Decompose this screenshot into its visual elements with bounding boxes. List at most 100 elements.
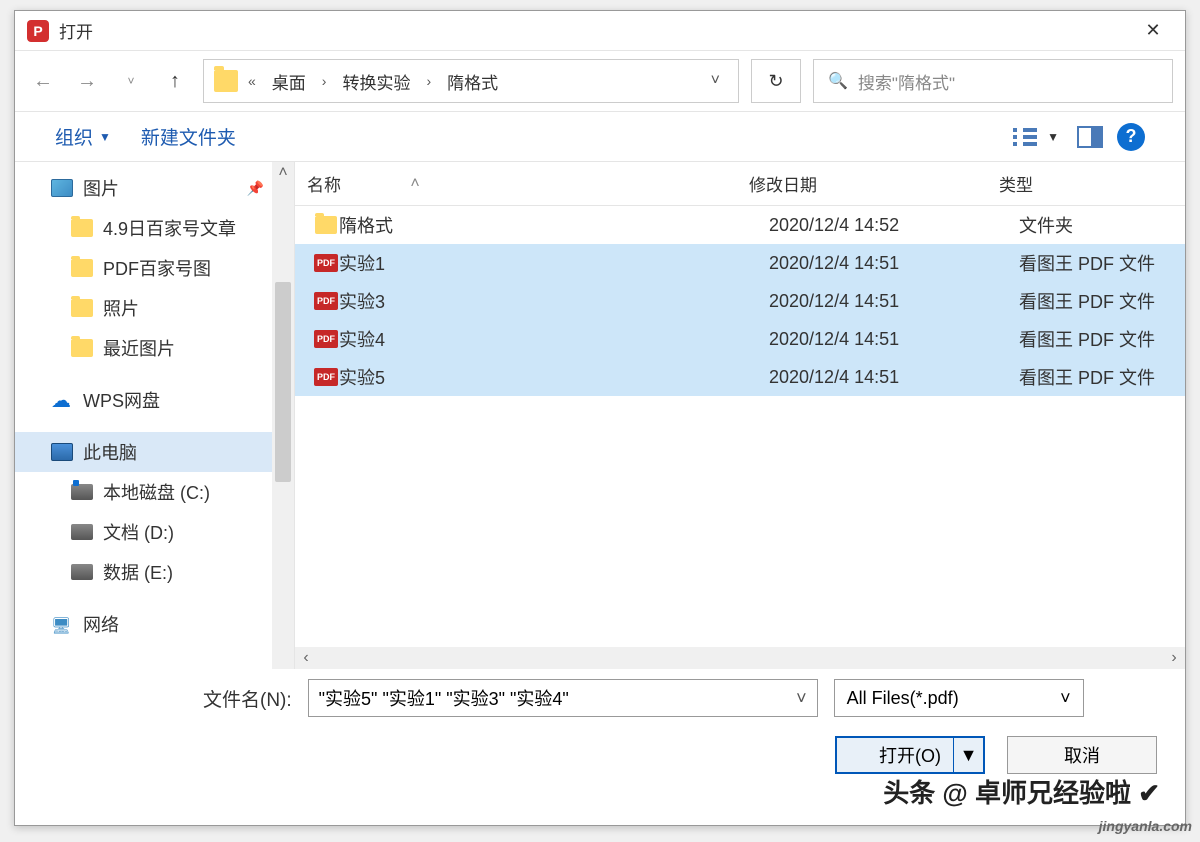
- chevron-right-icon: ›: [420, 73, 437, 89]
- filename-row: 文件名(N): "实验5" "实验1" "实验3" "实验4" ˅ All Fi…: [15, 669, 1185, 727]
- chevron-right-icon: ›: [316, 73, 333, 89]
- folder-icon: [214, 70, 238, 92]
- new-folder-button[interactable]: 新建文件夹: [141, 123, 236, 150]
- sidebar-item[interactable]: 4.9日百家号文章: [15, 208, 294, 248]
- file-list: 隋格式2020/12/4 14:52文件夹PDF实验12020/12/4 14:…: [295, 206, 1185, 647]
- column-date[interactable]: 修改日期: [749, 171, 999, 196]
- forward-button[interactable]: →: [71, 65, 103, 97]
- view-mode-button[interactable]: ▼: [1009, 124, 1063, 150]
- filename-dropdown[interactable]: ˅: [796, 688, 807, 709]
- breadcrumb-prefix: «: [242, 73, 262, 89]
- file-type-filter[interactable]: All Files(*.pdf) ˅: [834, 679, 1084, 717]
- scroll-left-icon[interactable]: ‹: [295, 647, 317, 669]
- pc-icon: [51, 443, 73, 461]
- breadcrumb-item[interactable]: 转换实验: [336, 65, 416, 98]
- file-name: 实验1: [339, 250, 769, 276]
- filename-label: 文件名(N):: [203, 685, 292, 712]
- sidebar-item[interactable]: PDF百家号图: [15, 248, 294, 288]
- pdf-icon: PDF: [314, 330, 338, 348]
- column-name[interactable]: 名称: [295, 171, 749, 196]
- sidebar-item-pictures[interactable]: 图片📌: [15, 168, 294, 208]
- up-button[interactable]: ↑: [159, 65, 191, 97]
- address-dropdown[interactable]: ˅: [703, 68, 728, 94]
- breadcrumb-item[interactable]: 隋格式: [441, 65, 504, 98]
- main-content: 图片📌 4.9日百家号文章 PDF百家号图 照片 最近图片 WPS网盘 此电脑 …: [15, 161, 1185, 669]
- disk-icon: [71, 564, 93, 580]
- column-headers: 名称 修改日期 类型: [295, 162, 1185, 206]
- pin-icon: 📌: [247, 180, 264, 197]
- back-button[interactable]: ←: [27, 65, 59, 97]
- file-row[interactable]: PDF实验32020/12/4 14:51看图王 PDF 文件: [295, 282, 1185, 320]
- pdf-icon: PDF: [314, 368, 338, 386]
- cloud-icon: [51, 391, 73, 409]
- search-placeholder: 搜索"隋格式": [858, 69, 955, 94]
- file-type: 看图王 PDF 文件: [1019, 364, 1185, 390]
- open-dropdown[interactable]: ▼: [953, 738, 983, 772]
- scroll-thumb[interactable]: [275, 282, 291, 482]
- pictures-icon: [51, 179, 73, 197]
- sidebar-item-wps[interactable]: WPS网盘: [15, 380, 294, 420]
- network-icon: [51, 615, 73, 633]
- refresh-icon: ↻: [768, 71, 783, 92]
- folder-icon: [71, 259, 93, 277]
- file-type: 看图王 PDF 文件: [1019, 288, 1185, 314]
- file-name: 隋格式: [339, 212, 769, 238]
- folder-icon: [71, 299, 93, 317]
- breadcrumb-item[interactable]: 桌面: [266, 65, 312, 98]
- search-box[interactable]: 🔍 搜索"隋格式": [813, 59, 1173, 103]
- scroll-right-icon[interactable]: ›: [1163, 647, 1185, 669]
- sidebar-item[interactable]: 照片: [15, 288, 294, 328]
- search-icon: 🔍: [828, 71, 848, 91]
- recent-dropdown[interactable]: ˅: [115, 65, 147, 97]
- refresh-button[interactable]: ↻: [751, 59, 801, 103]
- sidebar-item-drive[interactable]: 本地磁盘 (C:): [15, 472, 294, 512]
- watermark-text: 头条 @ 卓师兄经验啦 ✔: [883, 773, 1160, 810]
- sidebar-item-drive[interactable]: 文档 (D:): [15, 512, 294, 552]
- sidebar-scrollbar[interactable]: ˄: [272, 162, 294, 669]
- file-date: 2020/12/4 14:51: [769, 253, 1019, 274]
- dialog-title: 打开: [59, 18, 1133, 43]
- scroll-up-icon[interactable]: ˄: [272, 162, 294, 184]
- file-row[interactable]: PDF实验12020/12/4 14:51看图王 PDF 文件: [295, 244, 1185, 282]
- help-button[interactable]: ?: [1117, 123, 1145, 151]
- app-icon: P: [27, 20, 49, 42]
- chevron-down-icon: ˅: [1060, 688, 1071, 709]
- address-bar[interactable]: « 桌面 › 转换实验 › 隋格式 ˅: [203, 59, 739, 103]
- sidebar-item-network[interactable]: 网络: [15, 604, 294, 644]
- cancel-button[interactable]: 取消: [1007, 736, 1157, 774]
- sidebar-item[interactable]: 最近图片: [15, 328, 294, 368]
- folder-icon: [71, 339, 93, 357]
- list-icon: [1013, 128, 1017, 146]
- sidebar-item-drive[interactable]: 数据 (E:): [15, 552, 294, 592]
- organize-menu[interactable]: 组织▼: [55, 123, 111, 150]
- horizontal-scrollbar[interactable]: ‹ ›: [295, 647, 1185, 669]
- navigation-bar: ← → ˅ ↑ « 桌面 › 转换实验 › 隋格式 ˅ ↻ 🔍 搜索"隋格式": [15, 51, 1185, 111]
- sidebar: 图片📌 4.9日百家号文章 PDF百家号图 照片 最近图片 WPS网盘 此电脑 …: [15, 162, 295, 669]
- titlebar: P 打开 ✕: [15, 11, 1185, 51]
- file-row[interactable]: 隋格式2020/12/4 14:52文件夹: [295, 206, 1185, 244]
- file-date: 2020/12/4 14:52: [769, 215, 1019, 236]
- file-name: 实验5: [339, 364, 769, 390]
- open-label: 打开(O): [879, 742, 941, 768]
- preview-pane-button[interactable]: [1077, 126, 1103, 148]
- file-type: 看图王 PDF 文件: [1019, 250, 1185, 276]
- file-date: 2020/12/4 14:51: [769, 367, 1019, 388]
- close-button[interactable]: ✕: [1133, 16, 1173, 46]
- column-type[interactable]: 类型: [999, 171, 1185, 196]
- folder-icon: [315, 216, 337, 234]
- folder-icon: [71, 219, 93, 237]
- disk-icon: [71, 484, 93, 500]
- pdf-icon: PDF: [314, 254, 338, 272]
- file-date: 2020/12/4 14:51: [769, 329, 1019, 350]
- filename-input[interactable]: "实验5" "实验1" "实验3" "实验4" ˅: [308, 679, 818, 717]
- file-type: 文件夹: [1019, 212, 1185, 238]
- file-name: 实验3: [339, 288, 769, 314]
- sidebar-item-thispc[interactable]: 此电脑: [15, 432, 294, 472]
- list-icon: [1023, 128, 1037, 146]
- file-row[interactable]: PDF实验42020/12/4 14:51看图王 PDF 文件: [295, 320, 1185, 358]
- toolbar: 组织▼ 新建文件夹 ▼ ?: [15, 111, 1185, 161]
- file-open-dialog: P 打开 ✕ ← → ˅ ↑ « 桌面 › 转换实验 › 隋格式 ˅ ↻ 🔍 搜…: [14, 10, 1186, 826]
- open-button[interactable]: 打开(O) ▼: [835, 736, 985, 774]
- file-row[interactable]: PDF实验52020/12/4 14:51看图王 PDF 文件: [295, 358, 1185, 396]
- file-area: ˄ 名称 修改日期 类型 隋格式2020/12/4 14:52文件夹PDF实验1…: [295, 162, 1185, 669]
